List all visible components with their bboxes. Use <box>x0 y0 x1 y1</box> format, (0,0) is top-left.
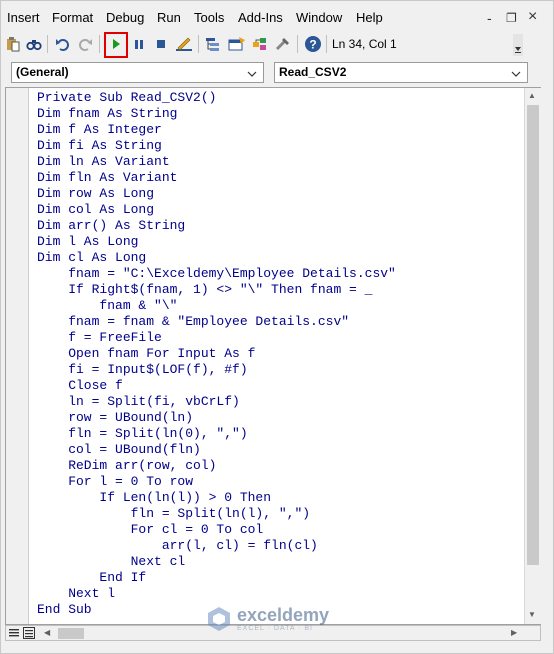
code-line[interactable]: Next cl <box>37 554 396 570</box>
menu-window[interactable]: Window <box>296 7 342 29</box>
menu-bar: Insert Format Debug Run Tools Add-Ins Wi… <box>1 7 541 29</box>
menu-tools[interactable]: Tools <box>194 7 224 29</box>
watermark-tagline: EXCEL · DATA · BI <box>237 624 313 632</box>
margin-indicator-bar[interactable] <box>6 88 29 624</box>
code-line[interactable]: If Right$(fnam, 1) <> "\" Then fnam = _ <box>37 282 396 298</box>
help-icon[interactable]: ? <box>303 34 323 54</box>
code-line[interactable]: fln = Split(ln(l), ",") <box>37 506 396 522</box>
code-line[interactable]: Next l <box>37 586 396 602</box>
exceldemy-watermark: exceldemy EXCEL · DATA · BI <box>205 605 329 633</box>
chevron-down-icon <box>247 67 257 82</box>
code-line[interactable]: Dim cl As Long <box>37 250 396 266</box>
project-explorer-icon[interactable] <box>204 34 224 54</box>
code-line[interactable]: Close f <box>37 378 396 394</box>
code-line[interactable]: Open fnam For Input As f <box>37 346 396 362</box>
code-line[interactable]: Dim f As Integer <box>37 122 396 138</box>
code-line[interactable]: Dim fln As Variant <box>37 170 396 186</box>
code-line[interactable]: fi = Input$(LOF(f), #f) <box>37 362 396 378</box>
scroll-left-icon[interactable]: ◀ <box>44 628 50 637</box>
menu-format[interactable]: Format <box>52 7 93 29</box>
run-button-highlight <box>104 32 128 58</box>
code-line[interactable]: col = UBound(fln) <box>37 442 396 458</box>
find-icon[interactable] <box>24 34 44 54</box>
code-line[interactable]: ln = Split(fi, vbCrLf) <box>37 394 396 410</box>
standard-toolbar: ? <box>1 31 531 59</box>
menu-insert[interactable]: Insert <box>7 7 40 29</box>
scroll-right-icon[interactable]: ▶ <box>511 628 517 637</box>
horizontal-scroll-thumb[interactable] <box>58 628 84 639</box>
code-line[interactable]: ReDim arr(row, col) <box>37 458 396 474</box>
menu-add-ins[interactable]: Add-Ins <box>238 7 283 29</box>
close-button[interactable]: × <box>528 6 537 28</box>
toolbox-icon[interactable] <box>273 34 293 54</box>
full-module-view-icon[interactable] <box>23 627 35 642</box>
code-line[interactable]: arr(l, cl) = fln(cl) <box>37 538 396 554</box>
code-line[interactable]: For l = 0 To row <box>37 474 396 490</box>
code-line[interactable]: f = FreeFile <box>37 330 396 346</box>
paste-icon[interactable] <box>3 34 23 54</box>
code-window[interactable]: Private Sub Read_CSV2() Dim fnam As Strin… <box>5 87 541 625</box>
vertical-scrollbar[interactable]: ▲ ▼ <box>524 88 541 624</box>
watermark-name: exceldemy <box>237 604 330 625</box>
procedure-dropdown-value: Read_CSV2 <box>279 65 347 79</box>
code-line[interactable]: Dim ln As Variant <box>37 154 396 170</box>
menu-run[interactable]: Run <box>157 7 181 29</box>
procedure-view-icon[interactable] <box>8 627 20 642</box>
code-line[interactable]: fnam = fnam & "Employee Details.csv" <box>37 314 396 330</box>
properties-window-icon[interactable] <box>227 34 247 54</box>
chevron-down-icon <box>511 67 521 82</box>
code-line[interactable]: fnam & "\" <box>37 298 396 314</box>
minimize-button[interactable]: ‐ <box>487 7 492 29</box>
exceldemy-logo-icon <box>208 607 230 631</box>
reset-icon[interactable] <box>151 34 171 54</box>
object-browser-icon[interactable] <box>250 34 270 54</box>
object-dropdown[interactable]: (General) <box>11 62 264 83</box>
code-line[interactable]: End If <box>37 570 396 586</box>
code-line[interactable]: If Len(ln(l)) > 0 Then <box>37 490 396 506</box>
vbe-window: Insert Format Debug Run Tools Add-Ins Wi… <box>0 0 554 654</box>
code-line[interactable]: Dim fnam As String <box>37 106 396 122</box>
cursor-position: Ln 34, Col 1 <box>332 37 397 51</box>
menu-help[interactable]: Help <box>356 7 383 29</box>
restore-button[interactable]: ❐ <box>506 7 517 29</box>
break-icon[interactable] <box>129 34 149 54</box>
code-line[interactable]: fnam = "C:\Exceldemy\Employee Details.cs… <box>37 266 396 282</box>
code-line[interactable]: row = UBound(ln) <box>37 410 396 426</box>
object-dropdown-value: (General) <box>16 65 69 79</box>
code-line[interactable]: Dim arr() As String <box>37 218 396 234</box>
scroll-down-icon[interactable]: ▼ <box>528 610 536 619</box>
code-line[interactable]: Dim fi As String <box>37 138 396 154</box>
undo-icon[interactable] <box>53 34 73 54</box>
toolbar-options-icon[interactable] <box>513 34 523 56</box>
menu-debug[interactable]: Debug <box>106 7 144 29</box>
code-line[interactable]: Private Sub Read_CSV2() <box>37 90 396 106</box>
scroll-up-icon[interactable]: ▲ <box>528 91 536 100</box>
code-line[interactable]: Dim row As Long <box>37 186 396 202</box>
svg-text:?: ? <box>309 38 316 52</box>
scroll-thumb[interactable] <box>527 105 539 565</box>
code-line[interactable]: Dim col As Long <box>37 202 396 218</box>
procedure-dropdown[interactable]: Read_CSV2 <box>274 62 528 83</box>
design-mode-icon[interactable] <box>174 34 194 54</box>
code-line[interactable]: fln = Split(ln(0), ",") <box>37 426 396 442</box>
code-editor[interactable]: Private Sub Read_CSV2() Dim fnam As Strin… <box>37 90 396 618</box>
code-line[interactable]: Dim l As Long <box>37 234 396 250</box>
redo-icon[interactable] <box>75 34 95 54</box>
code-line[interactable]: For cl = 0 To col <box>37 522 396 538</box>
